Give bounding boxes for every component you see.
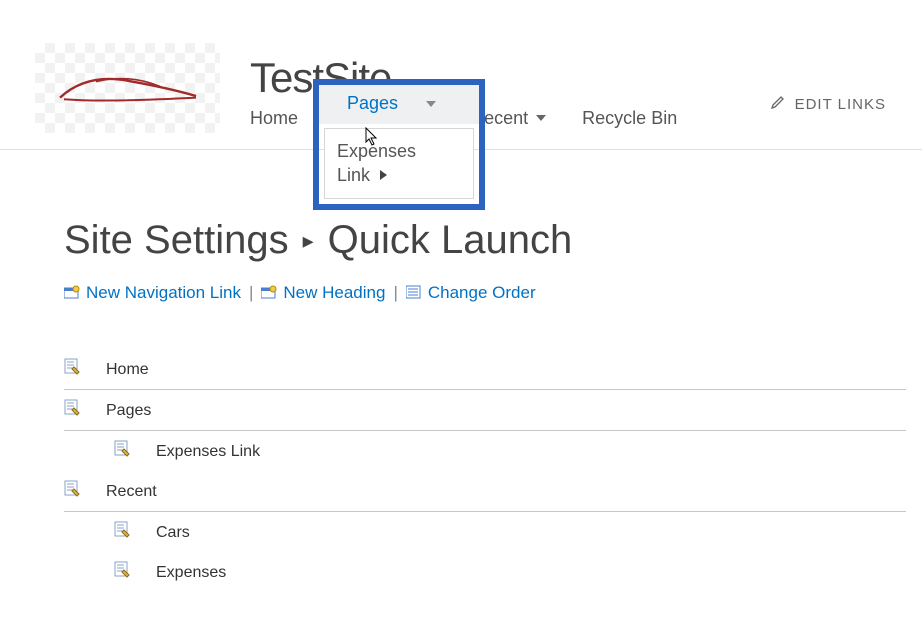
action-new-heading[interactable]: New Heading <box>261 283 385 303</box>
dropdown-item-expenses-link[interactable]: Expenses Link <box>337 139 461 188</box>
nav-pages[interactable]: Pages <box>319 85 479 124</box>
edit-icon[interactable] <box>64 480 82 503</box>
page-title: Site Settings ▸ Quick Launch <box>64 218 906 263</box>
site-logo[interactable] <box>35 43 220 133</box>
quick-launch-list: Home Pages Expenses Link Recent Cars <box>64 349 906 592</box>
dropdown-item-line1: Expenses <box>337 141 416 161</box>
ql-label: Expenses <box>156 564 226 582</box>
pages-dropdown: Expenses Link <box>324 128 474 199</box>
nav-home[interactable]: Home <box>250 108 298 129</box>
nav-recycle-bin[interactable]: Recycle Bin <box>582 108 677 129</box>
action-links: New Navigation Link | New Heading | Chan… <box>64 283 906 303</box>
nav-recent[interactable]: ecent <box>484 108 546 129</box>
action-change-order[interactable]: Change Order <box>406 283 536 303</box>
link-icon <box>64 284 82 298</box>
edit-icon[interactable] <box>114 561 132 584</box>
ql-row-cars: Cars <box>64 512 906 552</box>
chevron-down-icon <box>536 115 546 121</box>
action-label: New Navigation Link <box>86 283 241 303</box>
order-icon <box>406 284 424 298</box>
edit-icon[interactable] <box>114 440 132 463</box>
divider: | <box>393 283 397 303</box>
action-label: New Heading <box>283 283 385 303</box>
pencil-icon <box>771 95 785 113</box>
nav-pages-highlighted: Pages Expenses Link <box>313 79 485 210</box>
ql-row-recent: Recent <box>64 471 906 512</box>
ql-label: Expenses Link <box>156 443 260 461</box>
ql-label: Pages <box>106 402 151 420</box>
action-label: Change Order <box>428 283 536 303</box>
ql-row-pages: Pages <box>64 390 906 431</box>
edit-links-button[interactable]: EDIT LINKS <box>771 95 886 113</box>
nav-recent-label: ecent <box>484 108 528 129</box>
edit-icon[interactable] <box>114 521 132 544</box>
chevron-right-icon <box>380 170 387 180</box>
ql-label: Recent <box>106 483 157 501</box>
dropdown-item-line2: Link <box>337 163 370 187</box>
main-content: Site Settings ▸ Quick Launch New Navigat… <box>0 150 922 592</box>
ql-row-expenses: Expenses <box>64 552 906 592</box>
ql-label: Home <box>106 361 149 379</box>
chevron-right-icon: ▸ <box>303 228 314 254</box>
nav-pages-label: Pages <box>347 93 398 114</box>
ql-label: Cars <box>156 524 190 542</box>
edit-links-label: EDIT LINKS <box>795 96 886 113</box>
breadcrumb-quick-launch: Quick Launch <box>328 218 573 263</box>
edit-icon[interactable] <box>64 399 82 422</box>
chevron-down-icon <box>426 101 436 107</box>
ql-row-home: Home <box>64 349 906 390</box>
action-new-navigation-link[interactable]: New Navigation Link <box>64 283 241 303</box>
edit-icon[interactable] <box>64 358 82 381</box>
divider: | <box>249 283 253 303</box>
car-logo-icon <box>48 64 208 112</box>
heading-icon <box>261 284 279 298</box>
ql-row-expenses-link: Expenses Link <box>64 431 906 471</box>
breadcrumb-site-settings[interactable]: Site Settings <box>64 218 289 263</box>
